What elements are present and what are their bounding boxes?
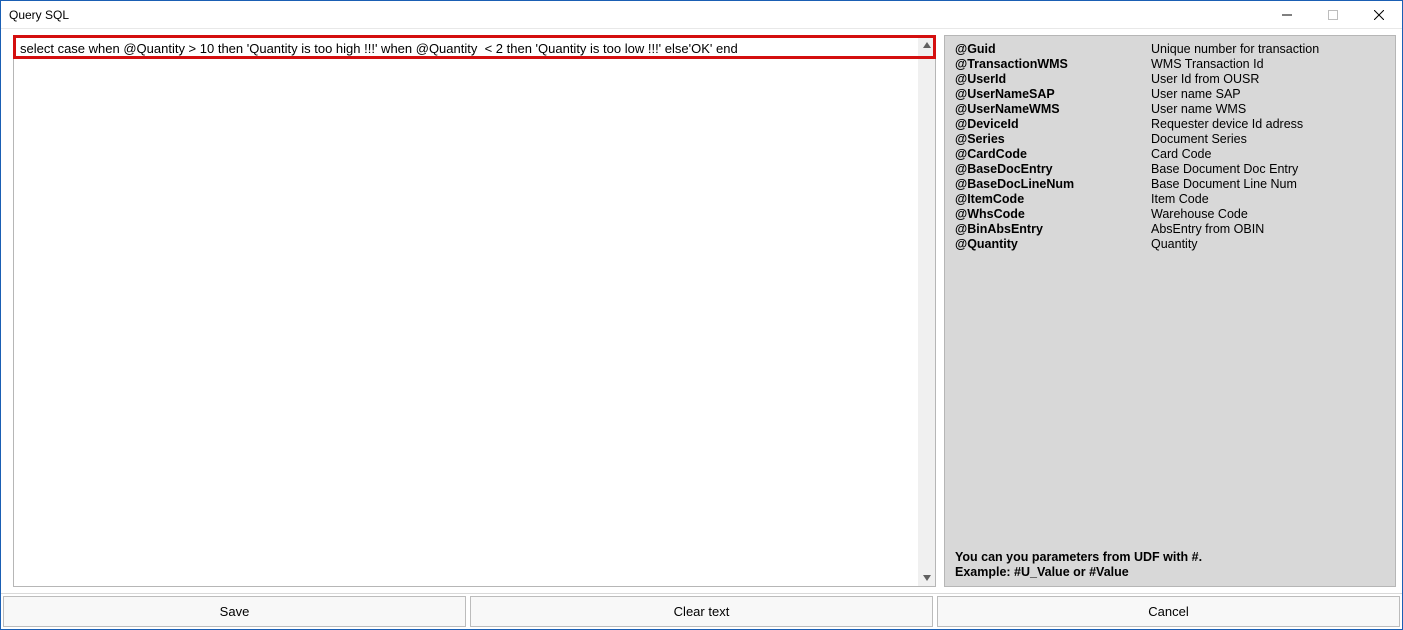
- scroll-up-arrow[interactable]: [918, 36, 935, 53]
- close-button[interactable]: [1356, 1, 1402, 29]
- help-val: User Id from OUSR: [1151, 72, 1383, 87]
- help-val: User name WMS: [1151, 102, 1383, 117]
- button-row: Save Clear text Cancel: [1, 593, 1402, 629]
- help-val: User name SAP: [1151, 87, 1383, 102]
- window-root: Query SQL: [0, 0, 1403, 630]
- help-key: @WhsCode: [955, 207, 1151, 222]
- help-val: Base Document Doc Entry: [1151, 162, 1383, 177]
- help-row: @UserId User Id from OUSR: [955, 72, 1383, 87]
- help-val: Item Code: [1151, 192, 1383, 207]
- help-val: Document Series: [1151, 132, 1383, 147]
- chevron-down-icon: [923, 574, 931, 582]
- help-val: Quantity: [1151, 237, 1383, 252]
- help-row: @ItemCode Item Code: [955, 192, 1383, 207]
- maximize-icon: [1328, 10, 1338, 20]
- help-row: @UserNameWMS User name WMS: [955, 102, 1383, 117]
- help-key: @DeviceId: [955, 117, 1151, 132]
- help-val: AbsEntry from OBIN: [1151, 222, 1383, 237]
- vertical-scrollbar[interactable]: [918, 36, 935, 586]
- help-note-line: You can you parameters from UDF with #.: [955, 550, 1383, 565]
- scroll-down-arrow[interactable]: [918, 569, 935, 586]
- button-label: Save: [220, 604, 250, 619]
- help-row: @BaseDocEntry Base Document Doc Entry: [955, 162, 1383, 177]
- help-val: Base Document Line Num: [1151, 177, 1383, 192]
- help-key: @Series: [955, 132, 1151, 147]
- save-button[interactable]: Save: [3, 596, 466, 627]
- help-key: @BinAbsEntry: [955, 222, 1151, 237]
- close-icon: [1374, 10, 1384, 20]
- help-row: @BinAbsEntry AbsEntry from OBIN: [955, 222, 1383, 237]
- help-row: @Series Document Series: [955, 132, 1383, 147]
- help-params-table: @Guid Unique number for transaction @Tra…: [955, 42, 1383, 252]
- help-key: @Quantity: [955, 237, 1151, 252]
- editor-wrap: [13, 35, 936, 587]
- titlebar: Query SQL: [1, 1, 1402, 29]
- help-row: @BaseDocLineNum Base Document Line Num: [955, 177, 1383, 192]
- button-label: Clear text: [674, 604, 730, 619]
- maximize-button: [1310, 1, 1356, 29]
- help-row: @WhsCode Warehouse Code: [955, 207, 1383, 222]
- help-key: @TransactionWMS: [955, 57, 1151, 72]
- help-val: Requester device Id adress: [1151, 117, 1383, 132]
- help-row: @CardCode Card Code: [955, 147, 1383, 162]
- help-key: @CardCode: [955, 147, 1151, 162]
- help-key: @BaseDocLineNum: [955, 177, 1151, 192]
- help-row: @Quantity Quantity: [955, 237, 1383, 252]
- sql-editor: [13, 35, 936, 587]
- help-key: @UserId: [955, 72, 1151, 87]
- help-row: @Guid Unique number for transaction: [955, 42, 1383, 57]
- help-val: Card Code: [1151, 147, 1383, 162]
- panels: @Guid Unique number for transaction @Tra…: [1, 29, 1402, 593]
- body: @Guid Unique number for transaction @Tra…: [1, 29, 1402, 629]
- chevron-up-icon: [923, 41, 931, 49]
- help-key: @BaseDocEntry: [955, 162, 1151, 177]
- help-key: @Guid: [955, 42, 1151, 57]
- help-val: Unique number for transaction: [1151, 42, 1383, 57]
- minimize-icon: [1282, 10, 1292, 20]
- button-label: Cancel: [1148, 604, 1188, 619]
- help-key: @UserNameSAP: [955, 87, 1151, 102]
- help-val: WMS Transaction Id: [1151, 57, 1383, 72]
- minimize-button[interactable]: [1264, 1, 1310, 29]
- help-note: You can you parameters from UDF with #. …: [955, 550, 1383, 580]
- help-row: @DeviceId Requester device Id adress: [955, 117, 1383, 132]
- help-panel: @Guid Unique number for transaction @Tra…: [944, 35, 1396, 587]
- help-key: @ItemCode: [955, 192, 1151, 207]
- cancel-button[interactable]: Cancel: [937, 596, 1400, 627]
- sql-input[interactable]: [14, 36, 918, 586]
- window-title: Query SQL: [9, 8, 69, 22]
- clear-text-button[interactable]: Clear text: [470, 596, 933, 627]
- help-key: @UserNameWMS: [955, 102, 1151, 117]
- help-row: @UserNameSAP User name SAP: [955, 87, 1383, 102]
- help-row: @TransactionWMS WMS Transaction Id: [955, 57, 1383, 72]
- scrollbar-track[interactable]: [918, 53, 935, 569]
- help-val: Warehouse Code: [1151, 207, 1383, 222]
- help-note-line: Example: #U_Value or #Value: [955, 565, 1383, 580]
